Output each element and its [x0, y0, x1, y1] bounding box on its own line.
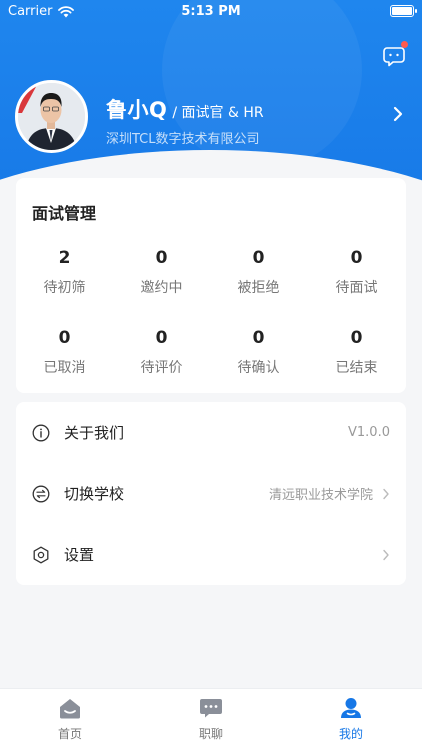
- version-value: V1.0.0: [348, 425, 390, 440]
- stat-label: 待确认: [237, 360, 280, 376]
- stat-pending-confirmation[interactable]: 0 待确认: [210, 328, 307, 377]
- tab-label: 职聊: [198, 727, 223, 741]
- home-icon: [60, 699, 80, 719]
- message-button[interactable]: [382, 41, 408, 68]
- stat-value: 0: [350, 248, 363, 268]
- stat-finished[interactable]: 0 已结束: [308, 328, 405, 377]
- menu-item-switch-school[interactable]: 切换学校 清远职业技术学院: [16, 463, 406, 524]
- tab-label: 我的: [338, 727, 363, 741]
- stat-inviting[interactable]: 0 邀约中: [113, 248, 210, 297]
- stat-value: 2: [58, 248, 71, 268]
- chevron-right-icon: [383, 488, 389, 499]
- tab-home[interactable]: 首页: [30, 697, 110, 742]
- menu-item-label: 关于我们: [64, 424, 125, 442]
- tab-bar: 首页 职聊 我的: [0, 688, 422, 750]
- stat-label: 被拒绝: [237, 280, 280, 296]
- chevron-right-icon: [383, 549, 389, 560]
- avatar[interactable]: [15, 80, 88, 153]
- stat-label: 已结束: [335, 360, 378, 376]
- user-icon: [341, 698, 361, 718]
- profile-name-row[interactable]: 鲁小Q / 面试官 & HR: [106, 94, 264, 124]
- interview-management-title: 面试管理: [32, 204, 97, 223]
- tab-chat[interactable]: 职聊: [171, 697, 251, 742]
- settings-icon: [33, 546, 49, 563]
- chat-icon: [200, 699, 222, 718]
- menu-item-settings[interactable]: 设置: [16, 524, 406, 585]
- stat-value: 0: [58, 328, 71, 348]
- settings-menu-card: 关于我们 V1.0.0 切换学校 清远职业技术学院 设置: [16, 402, 406, 585]
- stat-value: 0: [155, 248, 168, 268]
- stat-label: 待面试: [335, 280, 378, 296]
- stat-label: 邀约中: [140, 280, 183, 296]
- switch-icon: [32, 485, 50, 502]
- stat-rejected[interactable]: 0 被拒绝: [210, 248, 307, 297]
- profile-role: / 面试官 & HR: [172, 105, 264, 121]
- unread-badge: [401, 41, 408, 48]
- stat-value: 0: [252, 328, 265, 348]
- battery-icon: [390, 5, 417, 17]
- current-school-value: 清远职业技术学院: [268, 488, 373, 503]
- stat-value: 0: [155, 328, 168, 348]
- stat-pending-evaluation[interactable]: 0 待评价: [113, 328, 210, 377]
- menu-item-label: 设置: [64, 546, 95, 564]
- stat-cancelled[interactable]: 0 已取消: [16, 328, 113, 377]
- profile-company: 深圳TCL数字技术有限公司: [106, 132, 260, 147]
- stat-label: 待评价: [140, 360, 183, 376]
- interview-management-card: 面试管理 2 待初筛 0 邀约中 0 被拒绝 0 待面试 0 已取消 0 待评价…: [16, 178, 406, 393]
- chevron-right-icon[interactable]: [392, 106, 404, 122]
- stat-value: 0: [350, 328, 363, 348]
- status-time: 5:13 PM: [181, 4, 241, 19]
- status-bar: Carrier 5:13 PM: [0, 0, 422, 22]
- avatar-photo: [18, 83, 85, 150]
- stat-label: 已取消: [43, 360, 86, 376]
- profile-name: 鲁小Q: [106, 98, 168, 122]
- stat-value: 0: [252, 248, 265, 268]
- stat-pending-interview[interactable]: 0 待面试: [308, 248, 405, 297]
- tab-label: 首页: [57, 727, 82, 741]
- info-icon: [32, 424, 50, 441]
- menu-item-label: 切换学校: [64, 485, 125, 503]
- stat-label: 待初筛: [43, 280, 86, 296]
- stat-pending-screening[interactable]: 2 待初筛: [16, 248, 113, 297]
- tab-mine[interactable]: 我的: [311, 697, 391, 742]
- menu-item-about[interactable]: 关于我们 V1.0.0: [16, 402, 406, 463]
